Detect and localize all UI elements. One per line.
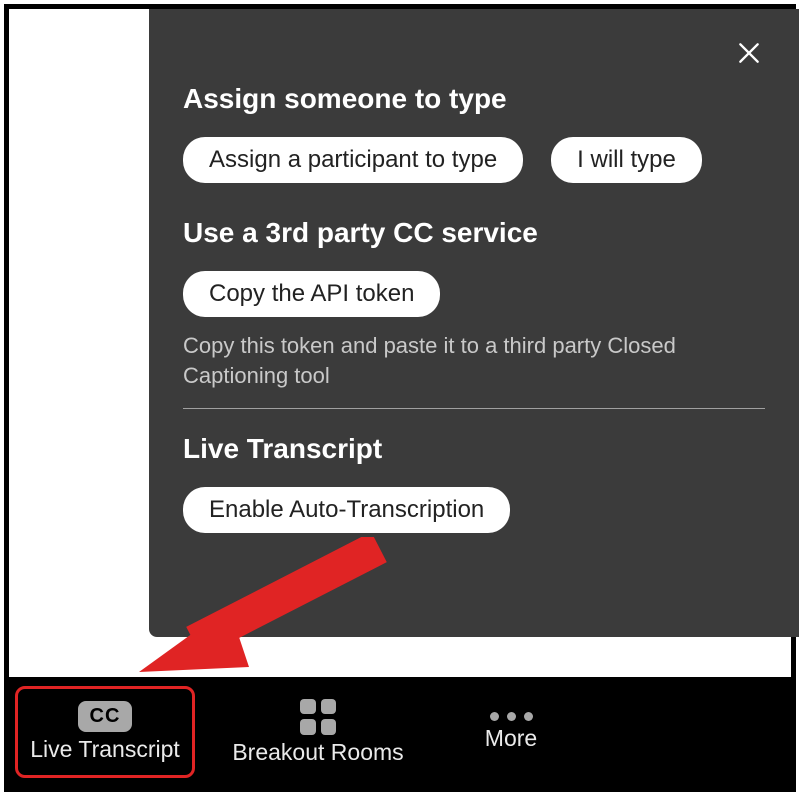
- enable-auto-transcription-button[interactable]: Enable Auto-Transcription: [183, 487, 510, 533]
- assign-participant-button[interactable]: Assign a participant to type: [183, 137, 523, 183]
- toolbar-live-transcript[interactable]: CC Live Transcript: [15, 686, 195, 778]
- toolbar-more[interactable]: More: [441, 686, 581, 778]
- toolbar-live-transcript-label: Live Transcript: [30, 736, 180, 763]
- assign-section-title: Assign someone to type: [183, 83, 765, 115]
- toolbar-breakout-label: Breakout Rooms: [232, 739, 403, 766]
- more-icon: [490, 712, 533, 721]
- cc-settings-popup: Assign someone to type Assign a particip…: [149, 9, 799, 637]
- toolbar-more-label: More: [485, 725, 537, 752]
- app-frame: Assign someone to type Assign a particip…: [4, 4, 796, 792]
- third-party-section-title: Use a 3rd party CC service: [183, 217, 765, 249]
- grid-icon: [300, 699, 336, 735]
- meeting-toolbar: CC Live Transcript Breakout Rooms More: [9, 677, 791, 787]
- close-icon[interactable]: [731, 35, 767, 71]
- live-transcript-section-title: Live Transcript: [183, 433, 765, 465]
- api-token-helper-text: Copy this token and paste it to a third …: [183, 331, 765, 390]
- section-divider: [183, 408, 765, 409]
- i-will-type-button[interactable]: I will type: [551, 137, 702, 183]
- copy-api-token-button[interactable]: Copy the API token: [183, 271, 440, 317]
- toolbar-breakout-rooms[interactable]: Breakout Rooms: [213, 686, 423, 778]
- cc-icon: CC: [78, 701, 133, 732]
